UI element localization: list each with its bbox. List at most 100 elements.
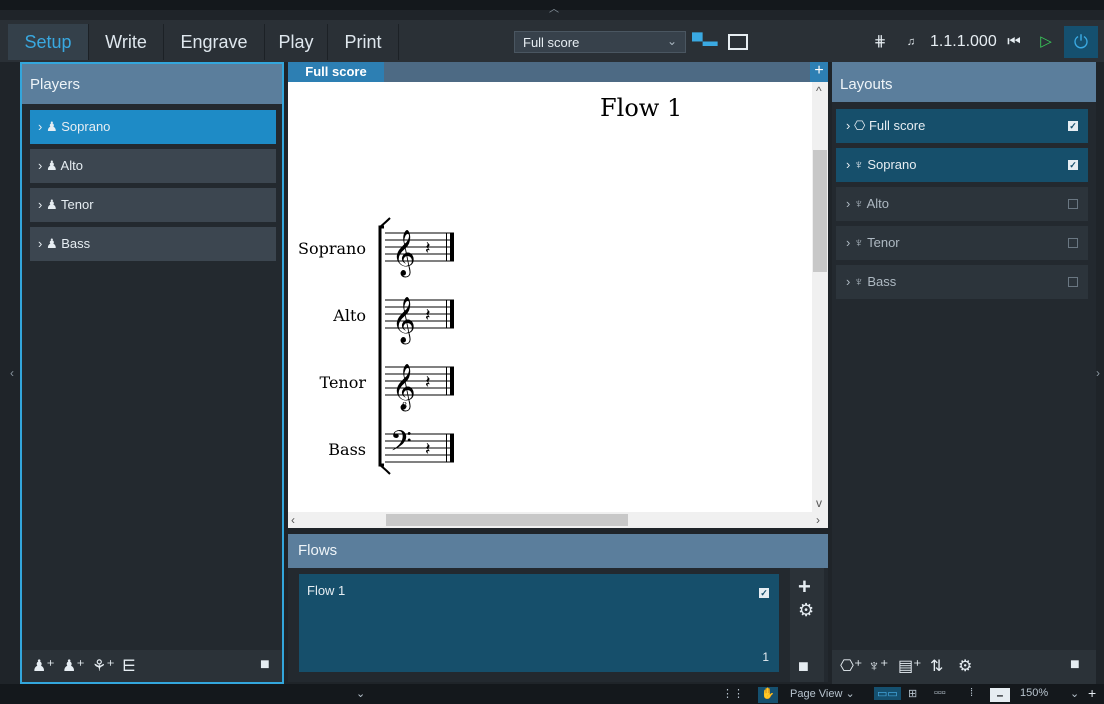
zoom-chevron-down-icon[interactable]: ⌄ — [1070, 687, 1079, 700]
selection-tool-icon[interactable]: ⋮⋮ — [722, 687, 744, 700]
layout-label: Alto — [866, 196, 890, 211]
player-label: Tenor — [61, 197, 94, 212]
full-score-layout-icon: ⎔ — [853, 118, 866, 133]
vertical-scrollbar[interactable] — [812, 82, 828, 512]
collapse-left-panel-icon[interactable]: ‹ — [10, 366, 14, 380]
players-panel-title: Players — [30, 76, 81, 93]
power-icon[interactable]: ⏻ — [1064, 26, 1098, 58]
checkbox-unchecked-icon[interactable] — [1068, 238, 1078, 248]
flow-card[interactable]: Flow 1 ✓ 1 — [299, 574, 779, 672]
part-layout-icon: ♆ — [853, 235, 864, 250]
flows-panel-header: Flows — [288, 534, 828, 568]
add-ensemble-icon[interactable]: ⚘⁺ — [92, 656, 115, 676]
zoom-level[interactable]: 150% — [1020, 687, 1048, 699]
add-solo-player-icon[interactable]: ♟⁺ — [32, 656, 55, 676]
play-icon[interactable]: ▷ — [1036, 31, 1056, 53]
tab-write[interactable]: Write — [89, 24, 163, 60]
horizontal-scrollbar-thumb[interactable] — [386, 514, 628, 526]
layout-row-full-score[interactable]: › ⎔ Full score ✓ — [836, 109, 1088, 143]
svg-text:𝄞: 𝄞 — [392, 230, 416, 278]
expand-chevron-icon[interactable]: › — [38, 158, 42, 173]
expand-chevron-icon[interactable]: › — [846, 274, 850, 289]
group-icon[interactable]: ⋿ — [122, 656, 136, 676]
tab-setup[interactable]: Setup — [8, 24, 88, 60]
page-view-icon[interactable] — [724, 31, 752, 53]
view-mode-select[interactable]: Page View ⌄ — [790, 687, 855, 700]
metronome-icon[interactable]: ♫ — [902, 31, 920, 53]
collapse-top-chevron-icon[interactable]: ︿ — [548, 0, 560, 15]
flow-number: 1 — [762, 650, 769, 664]
svg-text:𝄢: 𝄢 — [390, 425, 412, 465]
vertical-scrollbar-thumb[interactable] — [813, 150, 827, 272]
mixer-icon[interactable]: ⋕ — [872, 31, 888, 53]
singer-icon: ♟ — [45, 236, 58, 251]
expand-chevron-icon[interactable]: › — [846, 235, 850, 250]
expand-chevron-icon[interactable]: › — [846, 157, 850, 172]
galley-view-icon[interactable]: ▀▬ — [692, 31, 718, 53]
part-layout-icon: ♆ — [853, 157, 864, 172]
checkbox-unchecked-icon[interactable] — [1068, 277, 1078, 287]
expand-chevron-icon[interactable]: › — [846, 118, 850, 133]
svg-text:𝄽: 𝄽 — [425, 372, 431, 393]
player-row-alto[interactable]: › ♟ Alto — [30, 149, 276, 183]
hand-tool-icon[interactable]: ✋ — [758, 687, 778, 703]
layout-row-tenor[interactable]: › ♆ Tenor — [836, 226, 1088, 260]
score-staves: 𝄞 𝄞 𝄞 8 𝄢 𝄽 𝄽 𝄽 𝄽 — [378, 217, 454, 475]
layout-row-soprano[interactable]: › ♆ Soprano ✓ — [836, 148, 1088, 182]
part-layout-icon: ♆ — [853, 274, 864, 289]
zoom-value: 150% — [1020, 687, 1049, 699]
checkbox-unchecked-icon[interactable] — [1068, 199, 1078, 209]
add-flow-icon[interactable]: + — [798, 574, 811, 600]
single-pages-horizontal-icon[interactable]: ▫▫▫ — [934, 687, 946, 699]
scroll-left-icon[interactable]: ‹ — [291, 513, 295, 527]
tab-engrave[interactable]: Engrave — [164, 24, 264, 60]
single-pages-vertical-icon[interactable]: ⁞ — [970, 687, 973, 699]
delete-icon[interactable]: ■ — [260, 656, 270, 674]
expand-chevron-icon[interactable]: › — [846, 196, 850, 211]
players-panel-header: Players — [22, 64, 282, 104]
zoom-out-icon[interactable]: – — [990, 688, 1010, 702]
tab-play[interactable]: Play — [265, 24, 327, 60]
chevron-down-icon: ⌄ — [666, 34, 677, 48]
layouts-panel-footer: ⎔⁺ ♆⁺ ▤⁺ ⇅ ⚙ ■ — [832, 650, 1096, 684]
collapse-bottom-chevron-icon[interactable]: ⌄ — [356, 687, 365, 700]
spreads-vertical-icon[interactable]: ⊞ — [908, 687, 917, 700]
layout-row-bass[interactable]: › ♆ Bass — [836, 265, 1088, 299]
rewind-icon[interactable]: ⏮ — [1004, 31, 1024, 53]
add-custom-layout-icon[interactable]: ▤⁺ — [898, 656, 922, 676]
add-section-player-icon[interactable]: ♟⁺ — [62, 656, 85, 676]
layout-label: Tenor — [867, 235, 900, 250]
scroll-right-icon[interactable]: › — [816, 513, 820, 527]
staff-name-bass: Bass — [328, 440, 366, 459]
collapse-right-panel-icon[interactable]: › — [1096, 366, 1100, 380]
scroll-up-icon[interactable]: ^ — [816, 84, 822, 98]
layout-selector[interactable]: Full score ⌄ — [514, 31, 686, 53]
player-row-bass[interactable]: › ♟ Bass — [30, 227, 276, 261]
add-part-layout-icon[interactable]: ♆⁺ — [868, 656, 888, 676]
checkbox-checked-icon[interactable]: ✓ — [1068, 160, 1078, 170]
expand-chevron-icon[interactable]: › — [38, 236, 42, 251]
tab-full-score[interactable]: Full score — [288, 62, 384, 82]
tab-print[interactable]: Print — [328, 24, 398, 60]
add-full-score-layout-icon[interactable]: ⎔⁺ — [840, 656, 862, 676]
delete-layout-icon[interactable]: ■ — [1070, 656, 1080, 674]
sort-layouts-icon[interactable]: ⇅ — [930, 656, 943, 676]
checkbox-checked-icon[interactable]: ✓ — [759, 588, 769, 598]
flow-settings-gear-icon[interactable]: ⚙ — [798, 600, 814, 621]
position-readout: 1.1.1.000 — [930, 33, 997, 50]
expand-chevron-icon[interactable]: › — [38, 197, 42, 212]
checkbox-checked-icon[interactable]: ✓ — [1068, 121, 1078, 131]
layout-settings-gear-icon[interactable]: ⚙ — [958, 656, 972, 676]
add-tab-icon[interactable]: + — [810, 62, 828, 82]
player-row-soprano[interactable]: › ♟ Soprano — [30, 110, 276, 144]
zoom-in-icon[interactable]: + — [1088, 685, 1096, 701]
delete-flow-icon[interactable]: ■ — [798, 656, 809, 677]
scroll-down-icon[interactable]: v — [816, 496, 822, 510]
layouts-panel-header: Layouts — [832, 62, 1096, 102]
score-page[interactable]: Flow 1 𝄞 𝄞 𝄞 8 𝄢 𝄽 𝄽 𝄽 𝄽 Soprano Alto Te… — [288, 82, 812, 512]
layout-row-alto[interactable]: › ♆ Alto — [836, 187, 1088, 221]
spreads-horizontal-icon[interactable]: ▭▭ — [874, 687, 901, 700]
layout-selector-value: Full score — [523, 35, 580, 50]
player-row-tenor[interactable]: › ♟ Tenor — [30, 188, 276, 222]
expand-chevron-icon[interactable]: › — [38, 119, 42, 134]
